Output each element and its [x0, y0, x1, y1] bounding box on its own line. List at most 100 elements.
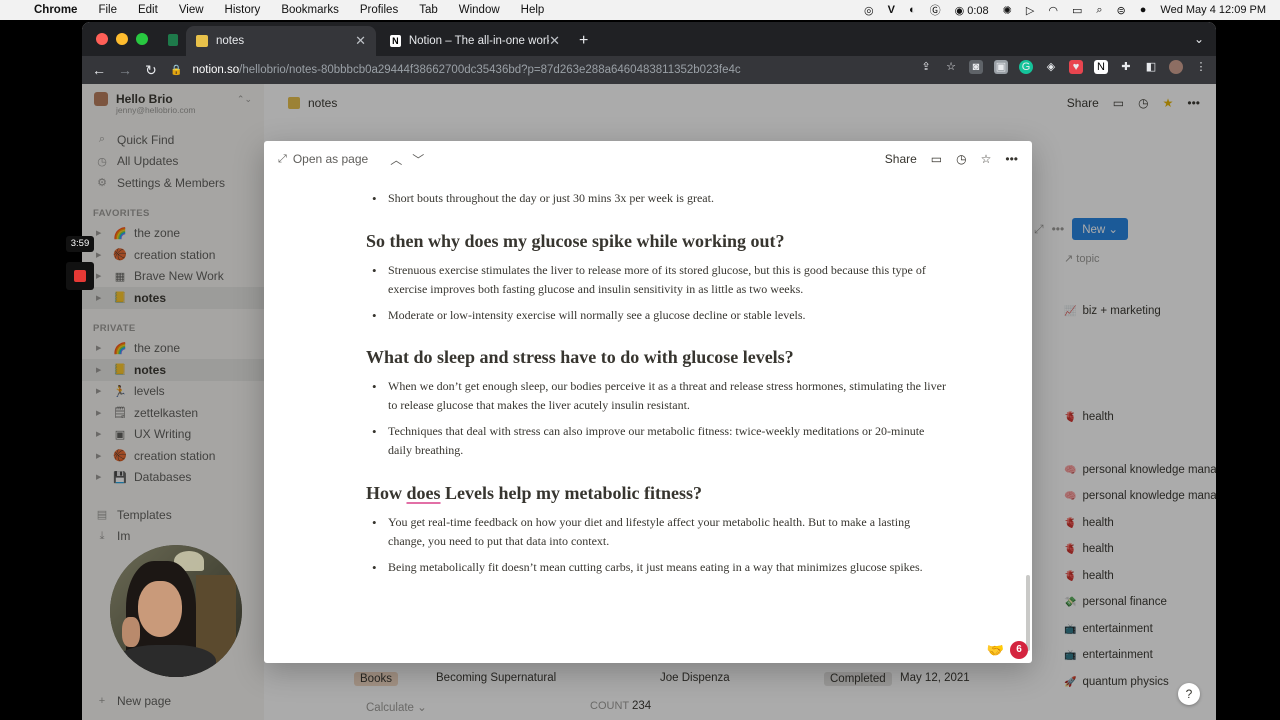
- menubar-datetime[interactable]: Wed May 4 12:09 PM: [1160, 4, 1266, 16]
- scrollbar[interactable]: [1026, 575, 1030, 651]
- menu-window[interactable]: Window: [459, 4, 500, 16]
- page-peek-modal: ⤢ Open as page ︿ ﹀ Share ▭ ◷ ☆ ••• Short …: [264, 141, 1032, 663]
- menu-edit[interactable]: Edit: [138, 4, 158, 16]
- pinned-tab-sheets-icon[interactable]: [168, 34, 178, 46]
- zoom-window-button[interactable]: [136, 33, 148, 45]
- grammarly-icon[interactable]: Ⓖ: [930, 2, 941, 18]
- url-path: /hellobrio/notes-80bbbcb0a29444f38662700…: [239, 64, 741, 76]
- menu-help[interactable]: Help: [521, 4, 545, 16]
- webcam-person-hand: [122, 617, 140, 647]
- section-heading[interactable]: So then why does my glucose spike while …: [366, 231, 785, 252]
- back-icon[interactable]: ←: [86, 62, 112, 78]
- grammarly-extension-icon[interactable]: G: [1019, 60, 1033, 74]
- bookmark-star-icon[interactable]: ☆: [944, 60, 958, 74]
- siri-icon[interactable]: ●: [1140, 4, 1147, 16]
- notification-badge[interactable]: 6: [1010, 641, 1028, 659]
- help-button[interactable]: ?: [1178, 683, 1200, 705]
- bullet-item[interactable]: Techniques that deal with stress can als…: [366, 422, 946, 460]
- menu-tab[interactable]: Tab: [419, 4, 438, 16]
- webcam-bubble[interactable]: [110, 545, 242, 677]
- stop-recording-button[interactable]: [66, 262, 94, 290]
- handshake-emoji-icon[interactable]: 🤝: [987, 642, 1004, 659]
- next-page-icon[interactable]: ﹀: [412, 151, 424, 168]
- url-host: notion.so: [192, 64, 240, 76]
- macos-menu-bar: Chrome File Edit View History Bookmarks …: [0, 0, 1280, 20]
- recording-clock[interactable]: ◉ 0:08: [955, 4, 989, 17]
- reload-icon[interactable]: ↻: [138, 62, 164, 79]
- profile-avatar[interactable]: [1169, 60, 1183, 74]
- tab-search-chevron-icon[interactable]: ⌄: [1194, 32, 1204, 46]
- control-center-icon[interactable]: ⊜: [1117, 4, 1126, 17]
- tab-title: Notion – The all-in-one worksp: [408, 35, 550, 47]
- tab-notion-home[interactable]: N Notion – The all-in-one worksp ✕: [380, 26, 570, 56]
- menu-app-name[interactable]: Chrome: [34, 4, 77, 16]
- minimize-window-button[interactable]: [116, 33, 128, 45]
- bullet-item[interactable]: Being metabolically fit doesn’t mean cut…: [366, 558, 946, 577]
- close-tab-icon[interactable]: ✕: [355, 33, 366, 49]
- new-tab-icon[interactable]: +: [579, 32, 588, 50]
- menu-history[interactable]: History: [225, 4, 261, 16]
- chrome-window: notes ✕ N Notion – The all-in-one worksp…: [82, 22, 1216, 720]
- menu-file[interactable]: File: [98, 4, 117, 16]
- bullet-item[interactable]: When we don’t get enough sleep, our bodi…: [366, 377, 946, 415]
- tab-notes[interactable]: notes ✕: [186, 26, 376, 56]
- toolbar: ← → ↻ 🔒 notion.so/hellobrio/notes-80bbbc…: [82, 56, 1216, 84]
- peek-header: ⤢ Open as page ︿ ﹀ Share ▭ ◷ ☆ •••: [264, 141, 1032, 177]
- close-window-button[interactable]: [96, 33, 108, 45]
- extension-icon[interactable]: ▣: [994, 60, 1008, 74]
- desktop-edge-right: [1214, 20, 1280, 720]
- pocket-extension-icon[interactable]: ♥: [1069, 60, 1083, 74]
- more-options-icon[interactable]: •••: [1005, 152, 1018, 166]
- menubar-status-area: ◎ V ◐ Ⓖ ◉ 0:08 ✺ ▷ ◠ ▭ ⌕ ⊜ ● Wed May 4 1…: [864, 2, 1280, 18]
- notion-clipper-icon[interactable]: N: [1094, 60, 1108, 74]
- heading-text: How: [366, 483, 407, 503]
- desktop-edge-left: [0, 20, 66, 720]
- window-controls: [96, 33, 148, 45]
- webcam-person-body: [116, 645, 216, 677]
- peek-badges: 🤝 6: [987, 641, 1028, 659]
- comments-icon[interactable]: ▭: [931, 152, 942, 166]
- layers-extension-icon[interactable]: ◈: [1044, 60, 1058, 74]
- open-as-page-button[interactable]: ⤢ Open as page: [278, 152, 368, 166]
- spotlight-search-icon[interactable]: ⌕: [1096, 4, 1102, 17]
- bullet-item[interactable]: Moderate or low-intensity exercise will …: [366, 306, 946, 325]
- notes-favicon-icon: [196, 35, 208, 47]
- accessibility-icon[interactable]: ◎: [864, 4, 874, 17]
- play-icon[interactable]: ▷: [1026, 4, 1034, 17]
- puzzle-extensions-icon[interactable]: ✚: [1119, 60, 1133, 74]
- battery-icon[interactable]: ▭: [1072, 4, 1082, 17]
- menu-bookmarks[interactable]: Bookmarks: [281, 4, 339, 16]
- stop-icon: [74, 270, 86, 282]
- camera-extension-icon[interactable]: ◙: [969, 60, 983, 74]
- open-page-icon: ⤢: [278, 152, 287, 165]
- updates-clock-icon[interactable]: ◷: [956, 152, 966, 166]
- menu-view[interactable]: View: [179, 4, 204, 16]
- tab-title: notes: [216, 35, 245, 47]
- close-tab-icon[interactable]: ✕: [549, 33, 560, 49]
- contrast-icon[interactable]: ◐: [909, 4, 916, 16]
- bullet-item[interactable]: You get real-time feedback on how your d…: [366, 513, 946, 551]
- bullet-item[interactable]: Short bouts throughout the day or just 3…: [366, 189, 946, 208]
- lock-icon[interactable]: 🔒: [170, 65, 182, 76]
- heading-text: Levels help my metabolic fitness?: [440, 483, 702, 503]
- sidepanel-icon[interactable]: ◧: [1144, 60, 1158, 74]
- previous-page-icon[interactable]: ︿: [390, 151, 402, 168]
- peek-actions: Share ▭ ◷ ☆ •••: [885, 152, 1018, 166]
- section-heading[interactable]: What do sleep and stress have to do with…: [366, 347, 794, 368]
- vectorworks-icon[interactable]: V: [888, 4, 895, 16]
- extensions-area: ⇪ ☆ ◙ ▣ G ◈ ♥ N ✚ ◧ ⋮: [919, 60, 1208, 74]
- bullet-item[interactable]: Strenuous exercise stimulates the liver …: [366, 261, 946, 299]
- recording-timer: 3:59: [66, 236, 94, 252]
- tab-strip: notes ✕ N Notion – The all-in-one worksp…: [82, 22, 1216, 56]
- menu-profiles[interactable]: Profiles: [360, 4, 398, 16]
- chrome-menu-icon[interactable]: ⋮: [1194, 60, 1208, 74]
- peek-share-button[interactable]: Share: [885, 152, 917, 166]
- wifi-icon[interactable]: ◠: [1048, 4, 1058, 17]
- favorite-star-icon[interactable]: ☆: [981, 152, 992, 166]
- notion-favicon-icon: N: [390, 35, 401, 47]
- share-page-icon[interactable]: ⇪: [919, 60, 933, 74]
- forward-icon[interactable]: →: [112, 62, 138, 78]
- section-heading[interactable]: How does Levels help my metabolic fitnes…: [366, 483, 702, 504]
- brightness-icon[interactable]: ✺: [1003, 4, 1012, 17]
- address-bar[interactable]: 🔒 notion.so/hellobrio/notes-80bbbcb0a294…: [170, 58, 970, 82]
